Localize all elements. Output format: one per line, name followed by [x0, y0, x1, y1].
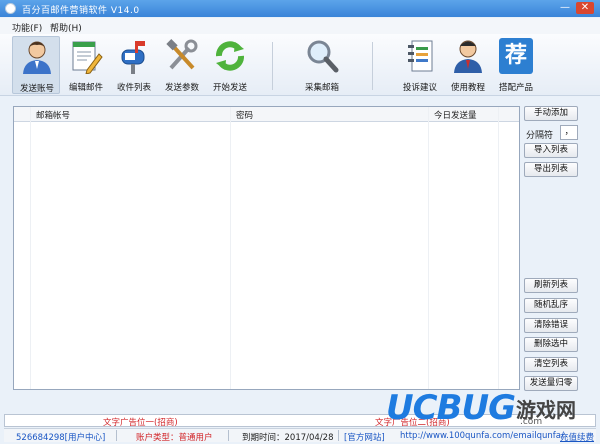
- tool-send-account[interactable]: 发送账号: [12, 36, 60, 94]
- tool-tutorial[interactable]: 使用教程: [444, 36, 492, 94]
- tool-edit-mail[interactable]: 编辑邮件: [62, 36, 110, 94]
- official-site-link[interactable]: [官方网站]: [344, 431, 385, 443]
- tool-collect-email[interactable]: 采集邮箱: [298, 36, 346, 94]
- watermark-domain: .com: [520, 417, 543, 427]
- clear-list-button[interactable]: 清空列表: [524, 357, 578, 372]
- refresh-list-button[interactable]: 刷新列表: [524, 278, 578, 293]
- column-divider: [30, 107, 31, 389]
- menu-help[interactable]: 帮助(H): [50, 21, 82, 34]
- notebook-icon: [408, 40, 433, 72]
- account-type: 账户类型：普通用户: [136, 433, 213, 443]
- close-button[interactable]: ✕: [576, 2, 594, 14]
- refresh-send-icon: [216, 41, 244, 71]
- magnifier-icon: [307, 40, 339, 73]
- status-divider: [228, 430, 229, 441]
- status-bar: 526684298[用户中心] 账户类型：普通用户 到期时间：2017/04/2…: [4, 428, 596, 443]
- column-divider: [498, 107, 499, 389]
- tool-label: 发送参数: [164, 83, 199, 93]
- shuffle-button[interactable]: 随机乱序: [524, 298, 578, 313]
- column-today-sent[interactable]: 今日发送量: [434, 109, 477, 121]
- column-divider: [230, 107, 231, 389]
- title-bar: 百分百邮件营销软件 V14.0 — ✕: [0, 0, 600, 17]
- tool-feedback[interactable]: 投诉建议: [396, 36, 444, 94]
- tool-label: 投诉建议: [402, 83, 437, 93]
- ad-slot-left[interactable]: 文字广告位一(招商): [103, 416, 178, 428]
- import-list-button[interactable]: 导入列表: [524, 143, 578, 158]
- column-divider: [428, 107, 429, 389]
- site-url[interactable]: http://www.100qunfa.com/emailqunfa/: [400, 431, 564, 441]
- tool-label: 开始发送: [212, 83, 247, 93]
- watermark-brand: UCBUG: [386, 388, 516, 428]
- separator-input[interactable]: ，: [560, 125, 578, 140]
- tool-send-params[interactable]: 发送参数: [158, 36, 206, 94]
- tool-label: 采集邮箱: [304, 83, 339, 93]
- tool-recipient-list[interactable]: 收件列表: [110, 36, 158, 94]
- toolbar: 发送账号 编辑邮件 收件列表 发送参数 开始发送 采集邮箱 投诉建议 使用教程 …: [0, 34, 600, 96]
- tool-label: 使用教程: [450, 83, 485, 93]
- clear-errors-button[interactable]: 清除错误: [524, 318, 578, 333]
- column-password[interactable]: 密码: [236, 109, 253, 121]
- tool-label: 编辑邮件: [68, 83, 103, 93]
- app-logo-icon: [5, 3, 16, 14]
- edit-document-icon: [72, 41, 103, 74]
- status-divider: [338, 430, 339, 441]
- export-list-button[interactable]: 导出列表: [524, 162, 578, 177]
- user-avatar-icon: [23, 41, 51, 74]
- delete-selected-button[interactable]: 删除选中: [524, 337, 578, 352]
- menu-function[interactable]: 功能(F): [12, 21, 42, 34]
- menu-bar: 功能(F) 帮助(H): [0, 18, 600, 34]
- manual-add-button[interactable]: 手动添加: [524, 106, 578, 121]
- minimize-button[interactable]: —: [558, 2, 572, 14]
- column-email-account[interactable]: 邮箱帐号: [36, 109, 70, 121]
- expire-date: 到期时间：2017/04/28: [242, 433, 334, 443]
- tool-bundle-products[interactable]: 荐 搭配产品: [492, 36, 540, 94]
- mailbox-icon: [121, 41, 145, 74]
- list-header: 邮箱帐号 密码 今日发送量: [14, 107, 519, 122]
- tutor-icon: [454, 40, 482, 73]
- tool-label: 收件列表: [116, 83, 151, 93]
- tools-icon: [166, 39, 198, 70]
- toolbar-separator: [372, 42, 373, 90]
- window-title: 百分百邮件营销软件 V14.0: [22, 6, 140, 16]
- status-divider: [116, 430, 117, 441]
- toolbar-separator: [272, 42, 273, 90]
- tool-label: 发送账号: [19, 84, 54, 94]
- tool-start-send[interactable]: 开始发送: [206, 36, 254, 94]
- separator-label: 分隔符: [526, 131, 554, 141]
- recommend-icon: 荐: [499, 38, 533, 74]
- recharge-link[interactable]: 充值续费: [560, 431, 594, 443]
- tool-label: 搭配产品: [498, 83, 533, 93]
- account-list[interactable]: 邮箱帐号 密码 今日发送量: [13, 106, 520, 390]
- site-watermark: UCBUG 游戏网 .com: [386, 388, 598, 428]
- user-center-link[interactable]: 526684298[用户中心]: [16, 431, 105, 443]
